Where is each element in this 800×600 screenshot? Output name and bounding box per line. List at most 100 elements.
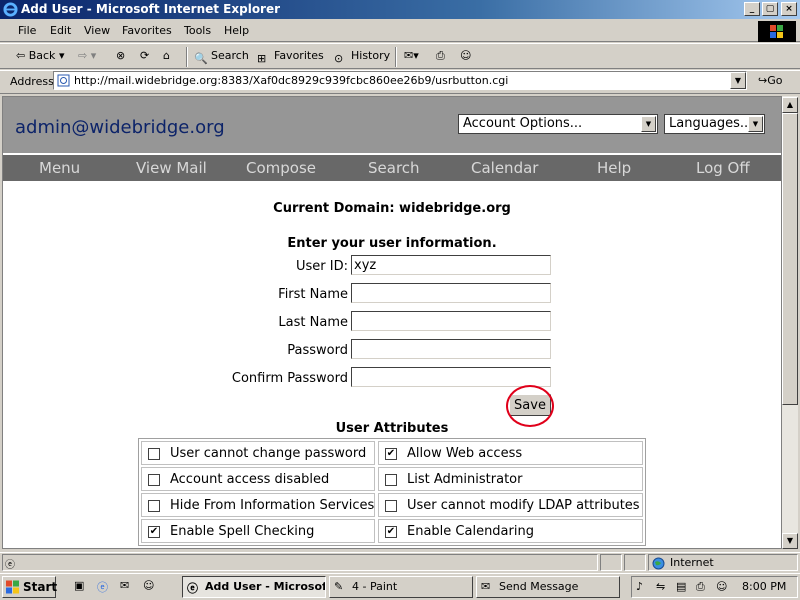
attr-cell: Account access disabled — [141, 467, 375, 491]
checkbox[interactable] — [148, 474, 160, 486]
close-button[interactable]: × — [781, 2, 797, 16]
favorites-label: Favorites — [274, 49, 324, 62]
printer-icon[interactable]: ⎙ — [696, 580, 712, 596]
nav-search[interactable]: Search — [368, 159, 420, 177]
current-domain: Current Domain: widebridge.org — [273, 201, 511, 216]
nav-view-mail[interactable]: View Mail — [136, 159, 207, 177]
last-name-label: Last Name — [278, 315, 348, 330]
account-options-select[interactable]: Account Options... ▼ — [458, 114, 658, 134]
account-options-value: Account Options... — [463, 116, 583, 131]
attr-label: User cannot modify LDAP attributes — [407, 498, 640, 513]
user-id-input[interactable] — [351, 255, 551, 275]
nav-menu[interactable]: Menu — [39, 159, 80, 177]
go-label: Go — [767, 74, 783, 87]
password-input[interactable] — [351, 339, 551, 359]
nav-compose[interactable]: Compose — [246, 159, 316, 177]
status-pane — [600, 554, 622, 571]
attr-cell: ✔ Enable Calendaring — [378, 519, 643, 543]
go-arrow-icon: ↪ — [758, 74, 768, 87]
messenger-icon[interactable]: ☺ — [460, 49, 471, 62]
back-arrow-icon: ⇦ — [16, 49, 26, 62]
page-icon — [57, 74, 70, 87]
back-label: Back — [28, 49, 56, 62]
back-button[interactable]: ⇦ Back ▾ — [16, 49, 64, 62]
home-icon[interactable]: ⌂ — [163, 49, 170, 62]
menu-tools[interactable]: Tools — [184, 24, 211, 37]
languages-select[interactable]: Languages... ▼ — [664, 114, 765, 134]
window-title: Add User - Microsoft Internet Explorer — [21, 2, 281, 16]
checkbox[interactable]: ✔ — [385, 448, 397, 460]
menu-file[interactable]: File — [18, 24, 36, 37]
show-desktop-icon[interactable]: ▣ — [74, 579, 90, 595]
languages-value: Languages... — [669, 116, 753, 131]
mail-icon[interactable]: ✉▾ — [404, 49, 419, 62]
dropdown-arrow-icon[interactable]: ▾ — [59, 49, 65, 62]
address-url: http://mail.widebridge.org:8383/Xaf0dc89… — [74, 74, 509, 87]
last-name-input[interactable] — [351, 311, 551, 331]
task-add-user[interactable]: ⓔ Add User - Microsof... — [182, 576, 326, 598]
search-button[interactable]: 🔍 Search — [194, 49, 249, 66]
minimize-button[interactable]: _ — [744, 2, 760, 16]
refresh-icon[interactable]: ⟳ — [140, 49, 149, 62]
task-send-message[interactable]: ✉ Send Message — [476, 576, 620, 598]
start-label: Start — [23, 580, 58, 594]
volume-icon[interactable]: ♪ — [636, 580, 652, 596]
messenger-icon[interactable]: ☺ — [143, 579, 159, 595]
attributes-heading: User Attributes — [335, 421, 449, 436]
task-paint[interactable]: ✎ 4 - Paint — [329, 576, 473, 598]
checkbox[interactable] — [385, 500, 397, 512]
checkbox[interactable] — [148, 448, 160, 460]
user-id-label: User ID: — [296, 259, 348, 274]
attr-cell: ✔ Allow Web access — [378, 441, 643, 465]
menu-bar: File Edit View Favorites Tools Help — [0, 20, 800, 42]
checkbox[interactable] — [148, 500, 160, 512]
toolbar-separator — [395, 47, 397, 67]
network-icon[interactable]: ⇋ — [656, 580, 672, 596]
attr-label: Enable Calendaring — [407, 524, 534, 539]
internet-explorer-icon[interactable]: ⓔ — [97, 579, 113, 595]
page-header: admin@widebridge.org Account Options... … — [3, 97, 781, 153]
nav-calendar[interactable]: Calendar — [471, 159, 538, 177]
history-label: History — [351, 49, 391, 62]
attr-cell: ✔ Enable Spell Checking — [141, 519, 375, 543]
address-dropdown-button[interactable]: ▼ — [730, 72, 746, 89]
history-button[interactable]: ⊙ History — [334, 49, 390, 66]
messenger-icon[interactable]: ☺ — [716, 580, 732, 596]
address-label: Address — [10, 75, 54, 88]
checkbox[interactable] — [385, 474, 397, 486]
display-icon[interactable]: ▤ — [676, 580, 692, 596]
menu-view[interactable]: View — [84, 24, 110, 37]
nav-log-off[interactable]: Log Off — [696, 159, 750, 177]
window-title-bar[interactable]: Add User - Microsoft Internet Explorer _… — [0, 0, 800, 19]
attr-cell: List Administrator — [378, 467, 643, 491]
windows-flag-icon — [6, 580, 19, 594]
outlook-express-icon[interactable]: ✉ — [120, 579, 136, 595]
confirm-password-input[interactable] — [351, 367, 551, 387]
menu-favorites[interactable]: Favorites — [122, 24, 172, 37]
menu-help[interactable]: Help — [224, 24, 249, 37]
scroll-thumb[interactable] — [782, 113, 798, 405]
maximize-button[interactable]: ▢ — [762, 2, 778, 16]
go-button[interactable]: ↪Go — [758, 74, 782, 87]
stop-icon[interactable]: ⊗ — [116, 49, 125, 62]
form-heading: Enter your user information. — [287, 236, 497, 251]
start-button[interactable]: Start — [2, 576, 58, 598]
message-icon: ✉ — [481, 580, 491, 593]
browser-viewport: admin@widebridge.org Account Options... … — [2, 96, 782, 549]
attr-label: Allow Web access — [407, 446, 523, 461]
scroll-up-icon[interactable]: ▲ — [782, 97, 798, 113]
attr-cell: Hide From Information Services — [141, 493, 375, 517]
first-name-label: First Name — [278, 287, 348, 302]
nav-help[interactable]: Help — [597, 159, 631, 177]
first-name-input[interactable] — [351, 283, 551, 303]
checkbox[interactable]: ✔ — [148, 526, 160, 538]
forward-button[interactable]: ⇨ ▾ — [78, 49, 96, 62]
favorites-button[interactable]: ⊞ Favorites — [257, 49, 324, 66]
print-icon[interactable]: ⎙ — [436, 49, 445, 63]
attr-label: Hide From Information Services — [170, 498, 375, 513]
attr-label: List Administrator — [407, 472, 523, 487]
windows-throbber — [758, 21, 796, 42]
menu-edit[interactable]: Edit — [50, 24, 71, 37]
checkbox[interactable]: ✔ — [385, 526, 397, 538]
scroll-down-icon[interactable]: ▼ — [782, 533, 798, 549]
